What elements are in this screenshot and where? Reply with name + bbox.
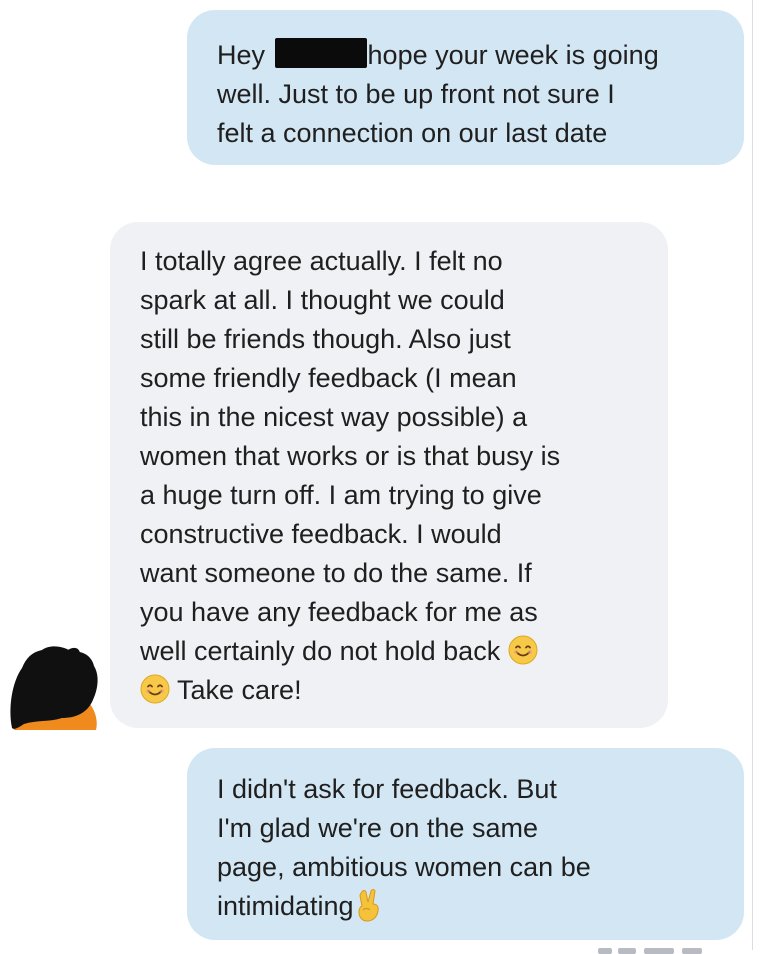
message-line: a huge turn off. I am trying to give	[140, 480, 542, 510]
message-line: Take care!	[140, 671, 650, 710]
message-line: spark at all. I thought we could	[140, 285, 505, 315]
cropped-timestamp	[598, 948, 702, 954]
message-line: still be friends though. Also just	[140, 324, 511, 354]
smiling-face-icon	[140, 674, 170, 704]
message-line: you have any feedback for me as	[140, 597, 538, 627]
message-line: Hey hope your week is going	[217, 36, 724, 75]
sent-message-bubble[interactable]: Hey hope your week is going well. Just t…	[187, 10, 744, 165]
message-line: I totally agree actually. I felt no	[140, 246, 503, 276]
message-line: well. Just to be up front not sure I	[217, 79, 615, 109]
message-text: Hey	[217, 40, 273, 70]
contact-avatar[interactable]	[8, 642, 100, 730]
message-line: I didn't ask for feedback. But	[217, 774, 557, 804]
divider-line	[752, 0, 753, 950]
message-line: this in the nicest way possible) a	[140, 402, 528, 432]
sent-message-bubble[interactable]: I didn't ask for feedback. But I'm glad …	[187, 748, 744, 940]
message-line: constructive feedback. I would	[140, 519, 502, 549]
message-line: want someone to do the same. If	[140, 558, 532, 588]
message-text: well certainly do not hold back	[140, 636, 501, 666]
message-line: felt a connection on our last date	[217, 118, 608, 148]
message-line: page, ambitious women can be	[217, 852, 591, 882]
message-line: well certainly do not hold back	[140, 632, 650, 671]
victory-hand-icon	[358, 889, 379, 922]
message-line: some friendly feedback (I mean	[140, 363, 517, 393]
received-message-bubble[interactable]: I totally agree actually. I felt no spar…	[110, 222, 668, 728]
message-text: Take care!	[177, 675, 302, 705]
redacted-name	[274, 38, 367, 68]
message-text: hope your week is going	[367, 40, 659, 70]
message-text: intimidating	[217, 891, 354, 921]
message-line: women that works or is that busy is	[140, 441, 561, 471]
smiling-face-icon	[508, 635, 538, 665]
message-line: intimidating	[217, 887, 724, 926]
message-line: I'm glad we're on the same	[217, 813, 538, 843]
